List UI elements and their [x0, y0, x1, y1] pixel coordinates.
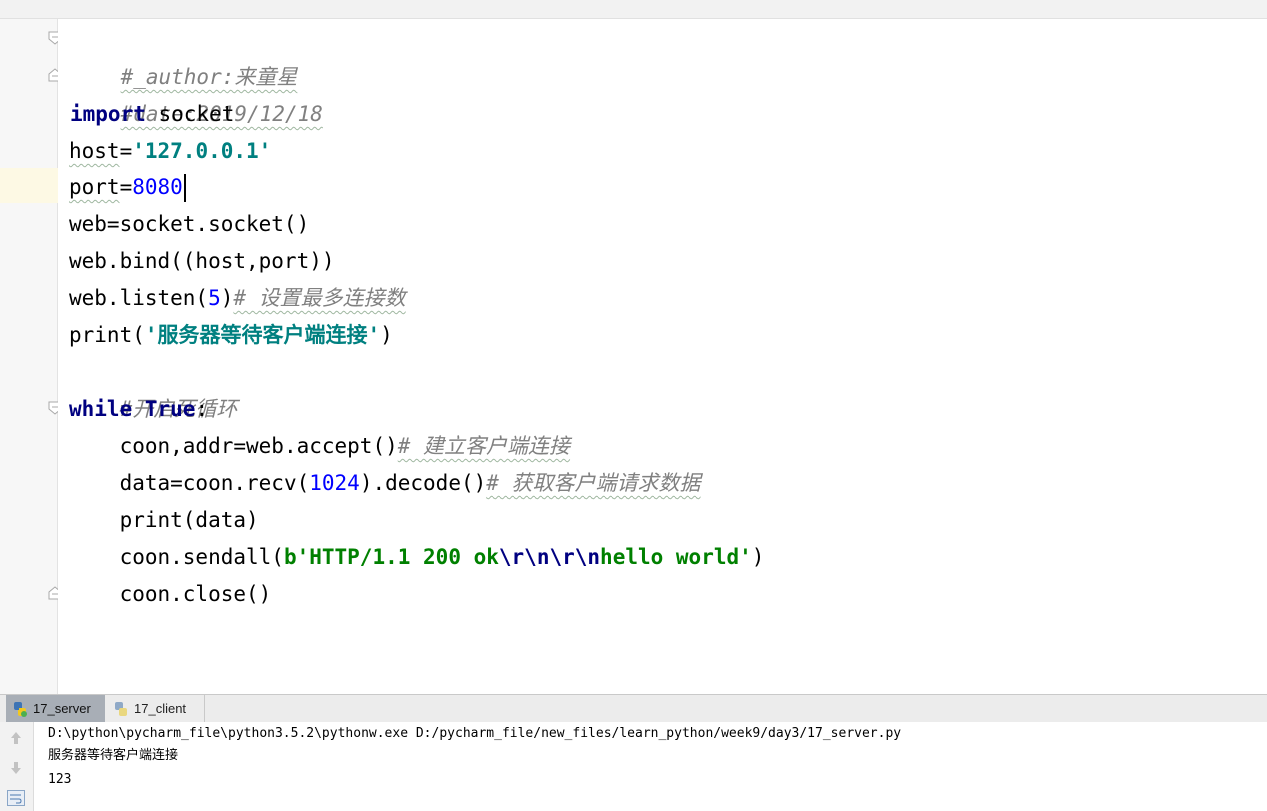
- code-token: web=socket.socket(): [69, 212, 310, 236]
- code-line[interactable]: host='127.0.0.1': [69, 133, 271, 170]
- code-line[interactable]: coon,addr=web.accept()# 建立客户端连接: [69, 428, 570, 465]
- console-line: 123: [48, 772, 72, 787]
- number-token: 8080: [132, 175, 183, 199]
- soft-wrap-icon[interactable]: [6, 788, 26, 808]
- string-token: '服务器等待客户端连接': [144, 323, 381, 347]
- console-line: D:\python\pycharm_file\python3.5.2\pytho…: [48, 726, 902, 741]
- code-line[interactable]: import socket: [70, 96, 234, 133]
- console-toolbar: [0, 722, 34, 811]
- python-icon: [14, 701, 27, 717]
- number-token: 1024: [309, 471, 360, 495]
- keyword-token: True: [144, 397, 196, 421]
- code-token: coon.close(): [119, 582, 272, 606]
- code-line[interactable]: coon.sendall(b'HTTP/1.1 200 ok\r\n\r\nhe…: [69, 539, 765, 576]
- code-line[interactable]: print('服务器等待客户端连接'): [69, 317, 393, 354]
- code-token: coon,addr=web.accept(): [119, 434, 398, 458]
- bytes-string-token: b'HTTP/1.1 200 ok: [283, 545, 499, 569]
- run-tab-17-client[interactable]: 17_client: [107, 695, 205, 722]
- code-token: coon.sendall(: [119, 545, 284, 569]
- run-console[interactable]: D:\python\pycharm_file\python3.5.2\pytho…: [34, 722, 1267, 811]
- tab-label: 17_server: [33, 701, 91, 716]
- keyword-token: while: [69, 397, 133, 421]
- code-token: host: [69, 139, 120, 163]
- code-token: web.listen(: [69, 286, 209, 310]
- code-comment: # 获取客户端请求数据: [486, 471, 701, 495]
- code-line[interactable]: while True:: [69, 391, 208, 428]
- code-line[interactable]: #开启死循环: [69, 354, 238, 421]
- arrow-up-icon[interactable]: [6, 728, 26, 748]
- code-comment: # 建立客户端连接: [397, 434, 571, 458]
- code-line[interactable]: data=coon.recv(1024).decode()# 获取客户端请求数据: [69, 465, 701, 502]
- code-token: ): [380, 323, 393, 347]
- code-line[interactable]: coon.close(): [69, 576, 272, 613]
- run-tab-17-server[interactable]: 17_server: [6, 695, 105, 722]
- string-token: '127.0.0.1': [132, 139, 272, 163]
- console-line: 服务器等待客户端连接: [48, 748, 179, 763]
- code-line[interactable]: web.listen(5)# 设置最多连接数: [69, 280, 406, 317]
- code-token: port: [69, 175, 120, 199]
- run-tab-bar: 17_server 17_client: [0, 694, 1267, 723]
- keyword-token: import: [70, 102, 146, 126]
- code-token: :: [195, 397, 209, 421]
- escape-token: \r\n\r\n: [498, 545, 601, 569]
- bytes-string-token: hello world': [600, 545, 752, 569]
- code-token: ).decode(): [359, 471, 487, 495]
- number-token: 5: [208, 286, 221, 310]
- code-line[interactable]: #date:2019/12/18: [70, 59, 323, 126]
- code-editor[interactable]: #_author:来童星 #date:2019/12/18 import soc…: [58, 19, 1267, 694]
- code-token: socket: [145, 102, 235, 126]
- text-caret: [183, 174, 186, 202]
- arrow-down-icon[interactable]: [6, 758, 26, 778]
- code-line[interactable]: #_author:来童星: [70, 22, 298, 89]
- code-token: data=coon.recv(: [119, 471, 310, 495]
- code-token: print(: [69, 323, 145, 347]
- code-token: print(data): [119, 508, 259, 532]
- python-icon: [115, 701, 127, 716]
- code-token: =: [119, 139, 133, 163]
- code-token: =: [119, 175, 133, 199]
- code-line[interactable]: web.bind((host,port)): [69, 243, 335, 280]
- editor-top-bar: [0, 0, 1267, 19]
- code-comment: # 设置最多连接数: [233, 286, 406, 310]
- code-line[interactable]: web=socket.socket(): [69, 206, 309, 243]
- code-line[interactable]: port=8080: [69, 169, 186, 206]
- tab-label: 17_client: [134, 701, 187, 716]
- code-line[interactable]: print(data): [69, 502, 259, 539]
- code-token: ): [751, 545, 765, 569]
- code-token: ): [220, 286, 234, 310]
- code-token: web.bind((host,port)): [69, 249, 335, 273]
